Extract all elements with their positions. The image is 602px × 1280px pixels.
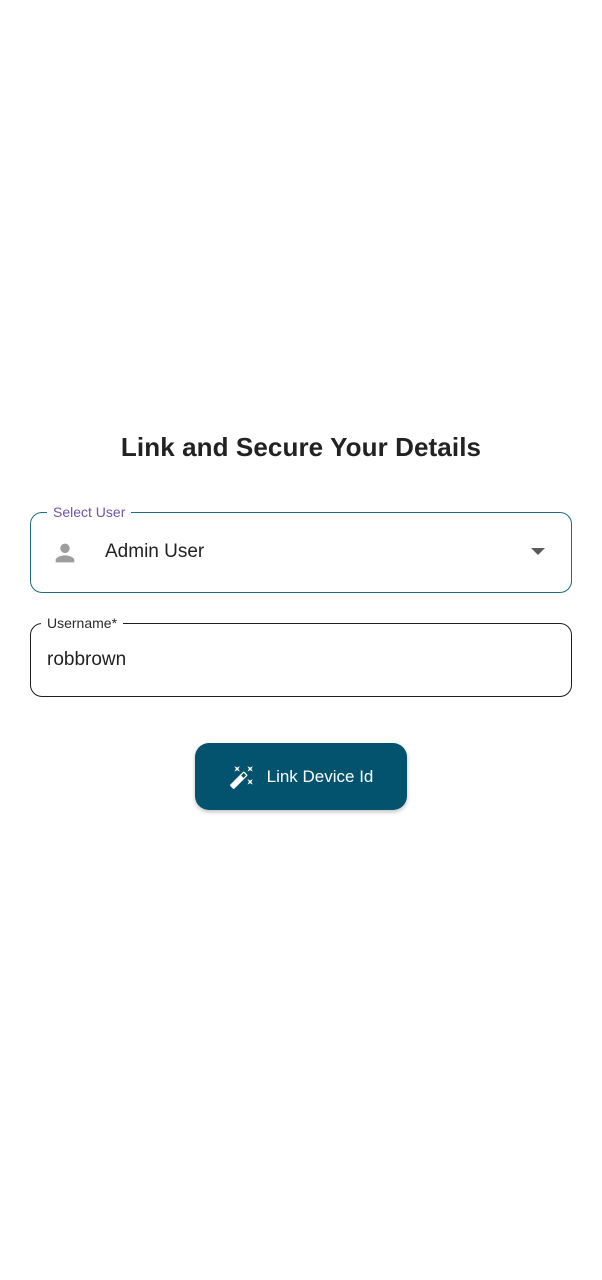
screen: Link and Secure Your Details Select User… — [0, 0, 602, 1280]
username-input-value[interactable]: robbrown — [47, 649, 126, 671]
link-device-id-button[interactable]: Link Device Id — [195, 743, 407, 810]
username-label: Username* — [41, 614, 124, 632]
person-icon — [55, 543, 75, 563]
magic-wand-icon — [229, 765, 253, 789]
select-user-dropdown[interactable]: Select User Admin User — [30, 503, 572, 593]
select-user-value: Admin User — [105, 541, 205, 562]
dropdown-arrow-icon[interactable] — [531, 548, 545, 555]
username-field[interactable]: Username* robbrown — [30, 614, 572, 697]
select-user-label: Select User — [47, 503, 132, 521]
page-title: Link and Secure Your Details — [120, 432, 482, 462]
link-device-id-label: Link Device Id — [266, 766, 374, 786]
